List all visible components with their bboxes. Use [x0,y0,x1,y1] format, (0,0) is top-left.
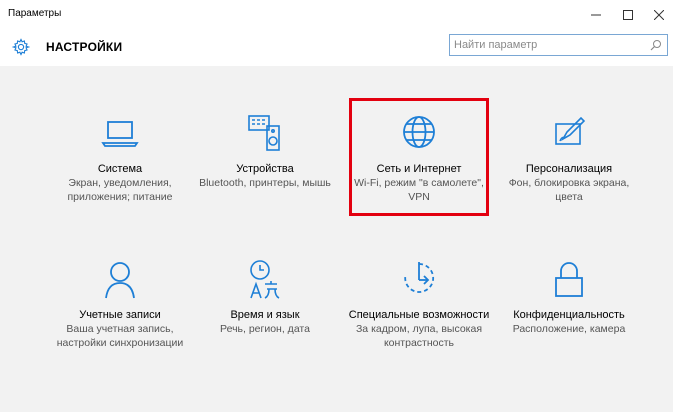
tile-name: Время и язык [230,309,300,321]
tile-description: Экран, уведомления, приложения; питание [67,177,173,203]
tile-privacy[interactable]: Конфиденциальность Расположение, камера [494,258,644,336]
tile-devices[interactable]: Устройства Bluetooth, принтеры, мышь [190,112,340,190]
search-box[interactable] [449,34,668,56]
lock-icon [555,262,583,297]
tile-description: Bluetooth, принтеры, мышь [199,177,331,189]
maximize-icon [623,10,633,20]
highlight-frame [349,98,489,216]
tile-name: Персонализация [525,163,613,175]
settings-window: Параметры НАСТРОЙКИ Найти параметр Систе… [0,0,673,412]
header-bar: НАСТРОЙКИ [0,30,673,66]
close-icon [654,10,664,20]
tile-description: Речь, регион, дата [220,323,310,335]
window-title: Параметры [8,8,62,19]
page-title: НАСТРОЙКИ [46,40,123,54]
personalization-icon [555,116,586,145]
tile-description: Фон, блокировка экрана, цвета [508,177,630,203]
tile-name: Устройства [236,163,294,175]
close-button[interactable] [645,0,673,30]
tile-accounts[interactable]: Учетные записи Ваша учетная запись, наст… [45,258,195,350]
title-bar[interactable]: Параметры [0,0,673,30]
tile-personalization[interactable]: Персонализация Фон, блокировка экрана, ц… [494,112,644,204]
tile-name: Специальные возможности [348,309,490,321]
gear-icon [12,38,30,56]
accessibility-icon [404,262,435,293]
tile-system[interactable]: Система Экран, уведомления, приложения; … [45,112,195,204]
tile-description: Ваша учетная запись, настройки синхрониз… [56,323,184,349]
devices-icon [248,115,280,151]
tile-name: Учетные записи [79,309,161,321]
laptop-icon [101,121,139,147]
tile-name: Система [97,163,143,175]
tile-time-language[interactable]: Время и язык Речь, регион, дата [190,258,340,336]
minimize-icon [591,14,601,16]
search-input[interactable] [454,37,644,53]
time-language-icon [250,260,280,299]
person-icon [105,262,135,299]
maximize-button[interactable] [614,0,642,30]
tile-name: Конфиденциальность [513,309,625,321]
search-icon[interactable] [650,39,662,51]
tile-description: За кадром, лупа, высокая контрастность [355,323,483,349]
tile-accessibility[interactable]: Специальные возможности За кадром, лупа,… [344,258,494,350]
tile-description: Расположение, камера [512,323,626,335]
minimize-button[interactable] [582,0,610,30]
